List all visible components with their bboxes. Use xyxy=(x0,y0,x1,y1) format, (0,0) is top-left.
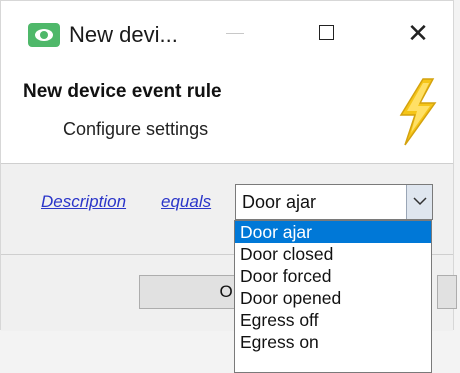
minimize-button[interactable] xyxy=(211,13,261,53)
chevron-down-icon xyxy=(413,197,427,206)
combobox-value: Door ajar xyxy=(242,192,317,212)
header-subtitle: Configure settings xyxy=(63,119,209,139)
lightning-bolt-icon xyxy=(399,78,437,146)
close-button[interactable]: ✕ xyxy=(393,13,443,53)
app-eye-icon xyxy=(28,23,60,47)
value-dropdown-list[interactable]: Door ajar Door closed Door forced Door o… xyxy=(234,220,432,373)
window-title: New devi... xyxy=(69,22,178,47)
equals-link[interactable]: equals xyxy=(161,192,211,212)
dropdown-option[interactable]: Egress on xyxy=(235,331,431,353)
value-combobox[interactable]: Door ajar xyxy=(235,184,433,220)
description-link[interactable]: Description xyxy=(41,192,126,212)
header-title: New device event rule xyxy=(23,81,222,102)
dropdown-option[interactable]: Door ajar xyxy=(235,221,431,243)
dropdown-option[interactable]: Door forced xyxy=(235,265,431,287)
combobox-dropdown-button[interactable] xyxy=(406,185,432,219)
dialog-header: New device event rule Configure settings xyxy=(1,63,453,164)
dropdown-option[interactable]: Egress off xyxy=(235,309,431,331)
maximize-button[interactable] xyxy=(303,13,353,53)
title-bar: New devi... ✕ xyxy=(1,1,453,63)
dropdown-option[interactable]: Door opened xyxy=(235,287,431,309)
cancel-button[interactable] xyxy=(437,275,457,309)
dropdown-option[interactable]: Door closed xyxy=(235,243,431,265)
